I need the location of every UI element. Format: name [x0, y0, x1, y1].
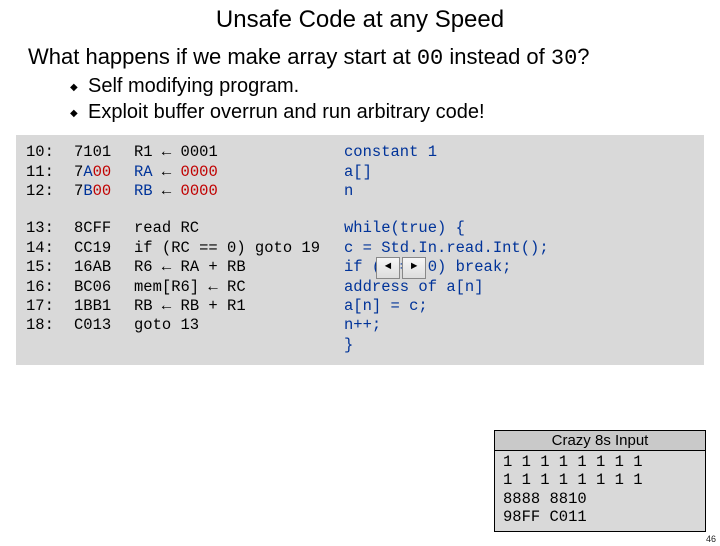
comment-col: constant 1 a[] n: [344, 143, 694, 201]
bullet-item: ◆Self modifying program.: [70, 75, 720, 101]
addr: 14:: [26, 239, 74, 258]
comment: a[]: [344, 163, 694, 182]
question-post: ?: [577, 44, 589, 69]
arrow-left-icon: ←: [208, 278, 217, 296]
comment: constant 1: [344, 143, 694, 162]
comment: n: [344, 182, 694, 201]
question-code1: 00: [417, 46, 443, 71]
c-line: address of a[n]: [344, 278, 694, 297]
slide-question: What happens if we make array start at 0…: [28, 44, 696, 71]
arrow-left-icon: ←: [162, 163, 171, 181]
addr: 13:: [26, 219, 74, 238]
c-line: a[n] = c;: [344, 297, 694, 316]
asm: RB ← RB + R1: [134, 297, 344, 316]
bullet-icon: ◆: [70, 75, 88, 101]
asm: if (RC == 0) goto 19: [134, 239, 344, 258]
page-number: 46: [706, 534, 716, 544]
hex: 16AB: [74, 258, 134, 277]
addr: 15:: [26, 258, 74, 277]
question-pre: What happens if we make array start at: [28, 44, 417, 69]
asm: RA: [134, 163, 153, 181]
addr: 10:: [26, 143, 74, 162]
hex: 1BB1: [74, 297, 134, 316]
c-line: n++;: [344, 316, 694, 335]
asm: mem[R6] ← RC: [134, 278, 344, 297]
addr: 11:: [26, 163, 74, 182]
prev-button[interactable]: ◄: [376, 257, 400, 279]
hex: 7101: [74, 143, 111, 161]
crazy-input-box: Crazy 8s Input 1 1 1 1 1 1 1 1 1 1 1 1 1…: [494, 430, 706, 532]
asm: R1: [134, 143, 153, 161]
crazy-title: Crazy 8s Input: [495, 431, 705, 451]
asm: read RC: [134, 219, 344, 238]
c-line: }: [344, 336, 694, 355]
hex: 8CFF: [74, 219, 134, 238]
arrow-left-icon: ←: [162, 143, 171, 161]
bullet-text: Self modifying program.: [88, 75, 299, 98]
slide-title: Unsafe Code at any Speed: [0, 6, 720, 34]
hex: 7B00: [74, 182, 111, 200]
bullet-icon: ◆: [70, 101, 88, 127]
asm: goto 13: [134, 316, 344, 335]
question-mid: instead of: [443, 44, 551, 69]
hex-col: 7101 7A00 7B00: [74, 143, 134, 201]
crazy-body: 1 1 1 1 1 1 1 1 1 1 1 1 1 1 1 1 8888 881…: [495, 451, 705, 531]
code-block: 10: 11: 12: 7101 7A00 7B00 R1 ← 0001 RA …: [16, 135, 704, 365]
addr-col: 13: 14: 15: 16: 17: 18:: [26, 219, 74, 355]
arrow-left-icon: ←: [162, 297, 171, 315]
c-line: c = Std.In.read.Int();: [344, 239, 694, 258]
addr: 17:: [26, 297, 74, 316]
hex: CC19: [74, 239, 134, 258]
addr: 16:: [26, 278, 74, 297]
nav-buttons: ◄ ►: [376, 257, 426, 279]
bullet-list: ◆Self modifying program. ◆Exploit buffer…: [70, 75, 720, 127]
c-line: while(true) {: [344, 219, 694, 238]
addr-col: 10: 11: 12:: [26, 143, 74, 201]
next-button[interactable]: ►: [402, 257, 426, 279]
asm: 0001: [181, 143, 218, 161]
bullet-text: Exploit buffer overrun and run arbitrary…: [88, 101, 485, 124]
arrow-left-icon: ←: [162, 258, 171, 276]
question-code2: 30: [551, 46, 577, 71]
hex: 7A00: [74, 163, 111, 181]
addr: 18:: [26, 316, 74, 335]
hex-col: 8CFF CC19 16AB BC06 1BB1 C013: [74, 219, 134, 355]
addr: 12:: [26, 182, 74, 201]
hex: C013: [74, 316, 134, 335]
c-code-col: while(true) { c = Std.In.read.Int(); if …: [344, 219, 694, 355]
asm: R6 ← RA + RB: [134, 258, 344, 277]
asm-col: R1 ← 0001 RA ← 0000 RB ← 0000: [134, 143, 344, 201]
arrow-left-icon: ←: [162, 182, 171, 200]
asm-col: read RC if (RC == 0) goto 19 R6 ← RA + R…: [134, 219, 344, 355]
hex: BC06: [74, 278, 134, 297]
asm: 0000: [181, 163, 218, 181]
asm: 0000: [181, 182, 218, 200]
bullet-item: ◆Exploit buffer overrun and run arbitrar…: [70, 101, 720, 127]
asm: RB: [134, 182, 153, 200]
